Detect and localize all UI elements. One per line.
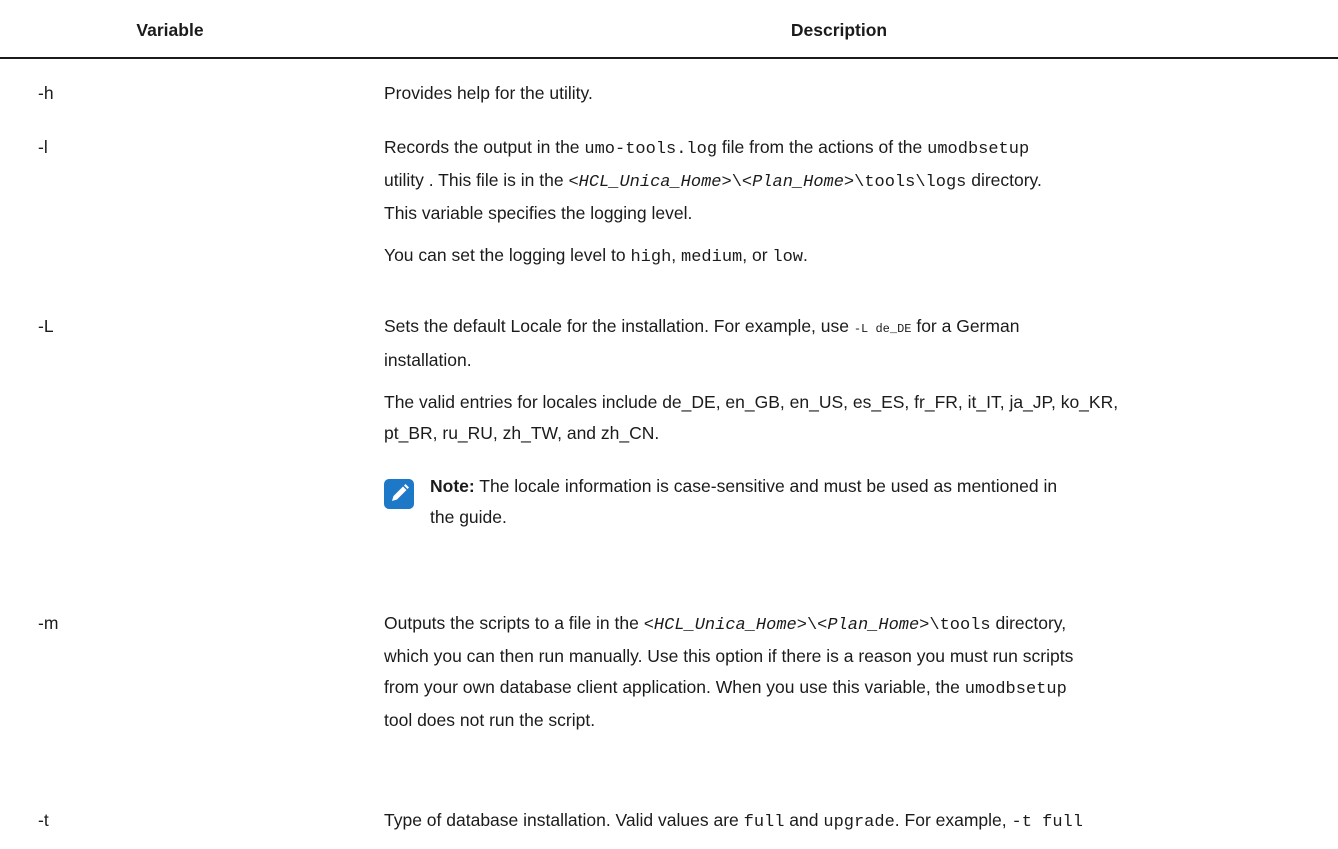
text-run: You can set the logging level to [384, 245, 631, 265]
table-header: Variable Description [0, 0, 1338, 59]
code-utility: umodbsetup [964, 680, 1067, 699]
text-run: Outputs the scripts to a file in the [384, 613, 644, 633]
text-run: installation. [384, 350, 472, 370]
path-suffix: \tools\logs [854, 173, 967, 192]
text-run: utility . This file is in the [384, 170, 569, 190]
note-callout: Note: The locale information is case-sen… [384, 471, 1314, 533]
text-run: Records the output in the [384, 137, 585, 157]
note-text: Note: The locale information is case-sen… [430, 471, 1314, 533]
header-variable: Variable [136, 20, 204, 40]
code-example: -t full [1011, 813, 1083, 832]
path-separator: \ [731, 173, 742, 192]
variable-cell: -l [38, 137, 48, 157]
text-run: file from the actions of the [717, 137, 928, 157]
path-suffix: \tools [929, 616, 991, 635]
variable-cell: -t [38, 810, 49, 830]
description-paragraph: The valid entries for locales include de… [384, 387, 1314, 449]
text-run: directory, [990, 613, 1067, 633]
text-run: from your own database client applicatio… [384, 677, 965, 697]
text-run: for a German [911, 316, 1020, 336]
header-description: Description [790, 20, 888, 40]
code-value: high [630, 248, 672, 267]
text-run: pt_BR, ru_RU, zh_TW, and zh_CN. [384, 423, 660, 443]
text-run: The locale information is case-sensitive… [474, 476, 1058, 496]
text-run: . [803, 245, 808, 265]
path-separator: \ [806, 616, 818, 635]
description-paragraph: Type of database installation. Valid val… [384, 805, 1314, 838]
pencil-icon [384, 479, 414, 509]
code-filename: umo-tools.log [584, 140, 718, 159]
description-cell: Provides help for the utility. [384, 78, 1314, 109]
description-text: Provides help for the utility. [384, 83, 593, 103]
text-run: , or [742, 245, 773, 265]
variables-table: Variable Description -h Provides help fo… [0, 0, 1338, 832]
text-run: which you can then run manually. Use thi… [384, 646, 1074, 666]
text-run: tool does not run the script. [384, 710, 596, 730]
description-paragraph: Sets the default Locale for the installa… [384, 311, 1314, 376]
text-run: Sets the default Locale for the installa… [384, 316, 854, 336]
variable-cell: -m [38, 613, 59, 633]
note-label: Note: [430, 476, 475, 496]
description-cell: Type of database installation. Valid val… [384, 805, 1314, 838]
text-run: The valid entries for locales include de… [384, 392, 1119, 412]
description-paragraph: Records the output in the umo-tools.log … [384, 132, 1314, 229]
variable-cell: -L [38, 316, 54, 336]
code-value: low [772, 248, 804, 267]
description-paragraph: Outputs the scripts to a file in the <HC… [384, 608, 1314, 736]
code-example: -L de_DE [853, 322, 912, 336]
text-run: directory. [966, 170, 1042, 190]
text-run: , [671, 245, 682, 265]
text-run: . For example, [894, 810, 1012, 830]
description-paragraph: You can set the logging level to high, m… [384, 240, 1314, 273]
variable-cell: -h [38, 83, 54, 103]
path-placeholder: <HCL_Unica_Home> [643, 616, 807, 635]
description-cell: Records the output in the umo-tools.log … [384, 132, 1314, 273]
code-value: medium [681, 248, 743, 267]
text-run: the guide. [430, 507, 507, 527]
path-placeholder: <Plan_Home> [817, 616, 930, 635]
description-cell: Sets the default Locale for the installa… [384, 311, 1314, 533]
code-utility: umodbsetup [927, 140, 1030, 159]
text-run: Type of database installation. Valid val… [384, 810, 744, 830]
code-value: full [743, 813, 785, 832]
text-run: and [784, 810, 824, 830]
description-cell: Outputs the scripts to a file in the <HC… [384, 608, 1314, 736]
text-run: This variable specifies the logging leve… [384, 203, 693, 223]
path-placeholder: <HCL_Unica_Home> [568, 173, 732, 192]
code-value: upgrade [823, 813, 895, 832]
path-placeholder: <Plan_Home> [741, 173, 855, 192]
